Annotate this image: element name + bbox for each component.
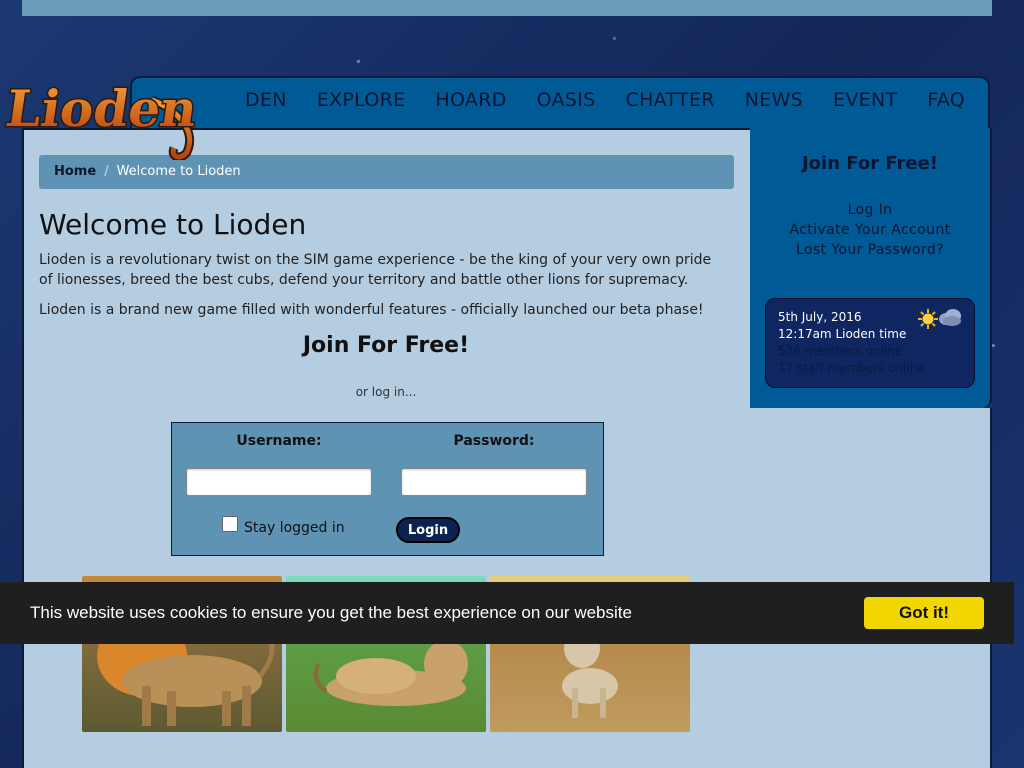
nav-faq[interactable]: FAQ [912,86,980,114]
nav-explore[interactable]: EXPLORE [302,86,421,114]
login-form: Username: Password: Stay logged in Login [171,422,604,556]
top-bar [22,0,992,16]
stay-logged-in-label: Stay logged in [244,520,345,536]
sidebar: Join For Free! Log In Activate Your Acco… [750,128,992,408]
main-nav: DEN EXPLORE HOARD OASIS CHATTER NEWS EVE… [230,86,980,114]
beta-paragraph: Lioden is a brand new game filled with w… [39,302,704,318]
logo-lettering: Lioden [2,79,201,138]
username-label: Username: [236,433,322,449]
logo-graphic: Lioden [1,78,203,162]
nav-chatter[interactable]: CHATTER [611,86,730,114]
nav-news[interactable]: NEWS [730,86,818,114]
or-login-text: or log in... [355,385,417,399]
nav-oasis[interactable]: OASIS [522,86,611,114]
nav-event[interactable]: EVENT [818,86,912,114]
sidebar-links: Log In Activate Your Account Lost Your P… [750,200,990,260]
breadcrumb-home[interactable]: Home [54,164,96,179]
sun-icon [918,309,938,329]
members-online[interactable]: 536 members online [778,343,962,360]
stay-logged-in[interactable]: Stay logged in [222,516,345,536]
login-button[interactable]: Login [396,517,460,543]
sidebar-activate-link[interactable]: Activate Your Account [750,220,990,240]
username-input[interactable] [186,468,372,496]
sidebar-join-link[interactable]: Join For Free! [750,153,990,174]
cloud-icon [939,309,961,326]
cookie-accept-button[interactable]: Got it! [864,597,984,629]
main-header: DEN EXPLORE HOARD OASIS CHATTER NEWS EVE… [130,76,990,128]
password-input[interactable] [401,468,587,496]
breadcrumb-separator: / [104,164,109,179]
stay-logged-in-checkbox[interactable] [222,516,238,532]
sidebar-login-link[interactable]: Log In [750,200,990,220]
page-title: Welcome to Lioden [39,208,307,241]
time-info-box: 5th July, 2016 12:17am Lioden time 536 m… [765,298,975,388]
main-content: Home / Welcome to Lioden Welcome to Lioden… [22,128,750,768]
nav-den[interactable]: DEN [230,86,302,114]
join-heading[interactable]: Join For Free! [24,333,748,358]
password-label: Password: [453,433,535,449]
cookie-message: This website uses cookies to ensure you … [30,603,632,622]
intro-paragraph: Lioden is a revolutionary twist on the S… [39,252,712,288]
lioden-logo[interactable]: Lioden [1,40,203,162]
cookie-banner: This website uses cookies to ensure you … [0,582,1014,644]
nav-hoard[interactable]: HOARD [420,86,521,114]
breadcrumb-current: Welcome to Lioden [116,164,241,179]
sidebar-lost-password-link[interactable]: Lost Your Password? [750,240,990,260]
breadcrumb: Home / Welcome to Lioden [39,155,734,189]
staff-online[interactable]: 17 staff members online [778,360,962,377]
